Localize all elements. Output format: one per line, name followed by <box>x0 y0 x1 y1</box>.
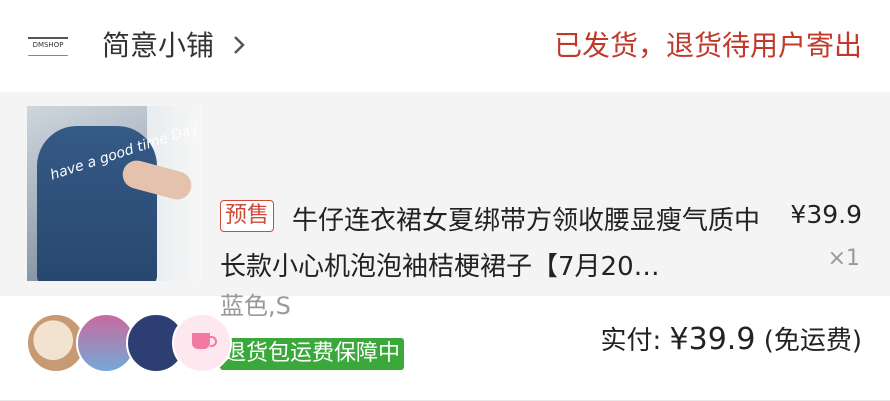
avatar[interactable] <box>172 313 232 373</box>
shipping-note: (免运费) <box>763 326 862 356</box>
logo-mark: DMSHOP <box>28 36 68 56</box>
presale-badge: 预售 <box>220 200 275 232</box>
product-title[interactable]: 牛仔连衣裙女夏绑带方领收腰显瘦气质中长款小心机泡泡袖桔梗裙子【7月20… <box>220 198 765 290</box>
order-header: DMSHOP 简意小铺 已发货，退货待用户寄出 <box>0 0 890 92</box>
shop-name[interactable]: 简意小铺 <box>102 26 214 66</box>
title-text: 牛仔连衣裙女夏绑带方领收腰显瘦气质中长款小心机泡泡袖桔梗裙子【7月20… <box>220 206 761 282</box>
chevron-right-icon[interactable] <box>232 34 246 56</box>
product-quantity: ×1 <box>827 246 860 271</box>
cup-icon <box>192 333 217 349</box>
order-status: 已发货，退货待用户寄出 <box>553 29 862 62</box>
paid-label: 实付: <box>600 326 662 356</box>
product-image[interactable]: have a good time Day <box>27 106 202 281</box>
product-price: ¥39.9 <box>790 200 862 229</box>
order-footer: 实付: ¥39.9 (免运费) <box>0 296 890 401</box>
shop-logo[interactable]: DMSHOP <box>26 28 70 64</box>
product-card[interactable]: have a good time Day 牛仔连衣裙女夏绑带方领收腰显瘦气质中长… <box>0 92 890 370</box>
paid-total: 实付: ¥39.9 (免运费) <box>601 320 862 361</box>
paid-amount: ¥39.9 <box>669 322 756 357</box>
logo-text: DMSHOP <box>32 40 64 49</box>
